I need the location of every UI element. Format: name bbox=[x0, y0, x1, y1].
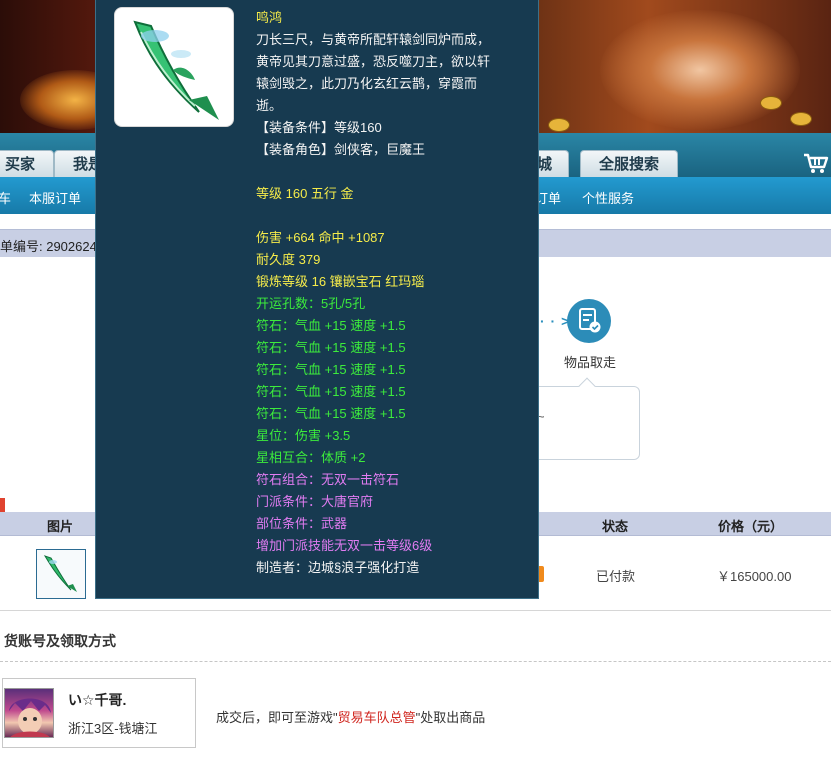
coin-icon bbox=[548, 118, 570, 132]
tooltip-caret bbox=[578, 377, 596, 395]
subnav-item-server-orders[interactable]: 本服订单 bbox=[29, 188, 81, 207]
item-role: 【装备角色】剑侠客，巨魔王 bbox=[256, 142, 426, 157]
item-forge: 锻炼等级 16 镶嵌宝石 红玛瑙 bbox=[256, 274, 425, 289]
tab-server-search[interactable]: 全服搜索 bbox=[580, 150, 679, 177]
item-durability: 耐久度 379 bbox=[256, 252, 321, 267]
step-tooltip: ~ bbox=[530, 377, 640, 460]
item-rune: 符石：气血 +15 速度 +1.5 bbox=[256, 318, 406, 333]
item-star: 星位：伤害 +3.5 bbox=[256, 428, 351, 443]
coin-icon bbox=[760, 96, 782, 110]
item-desc-line: 刀长三尺，与黄帝所配轩辕剑同炉而成， bbox=[256, 32, 491, 47]
header-image: 图片 bbox=[47, 519, 74, 534]
item-star-combo: 星相互合：体质 +2 bbox=[256, 450, 366, 465]
item-slot: 部位条件：武器 bbox=[256, 516, 348, 531]
pickup-text-before: 成交后，即可至游戏" bbox=[216, 710, 338, 725]
tab-label: 买家 bbox=[5, 156, 36, 173]
tab-label: 全服搜索 bbox=[599, 156, 660, 173]
item-attack: 伤害 +664 命中 +1087 bbox=[256, 230, 385, 245]
avatar bbox=[4, 688, 54, 738]
jade-sword-icon bbox=[133, 20, 219, 120]
section-title: 货账号及领取方式 bbox=[4, 633, 116, 649]
item-level: 等级 160 五行 金 bbox=[256, 186, 354, 201]
item-requirement: 【装备条件】等级160 bbox=[256, 120, 382, 135]
item-rune: 符石：气血 +15 速度 +1.5 bbox=[256, 406, 406, 421]
document-check-icon bbox=[579, 308, 601, 333]
item-holes: 开运孔数：5孔/5孔 bbox=[256, 296, 366, 311]
item-desc-line: 逝。 bbox=[256, 98, 283, 113]
jade-sword-icon bbox=[43, 555, 77, 592]
subnav-item-cart[interactable]: 车 bbox=[0, 188, 11, 207]
pickup-text-after: "处取出商品 bbox=[415, 710, 486, 725]
subnav-item-personal-service[interactable]: 个性服务 bbox=[582, 188, 634, 207]
tab-label: 城 bbox=[537, 156, 553, 173]
step-arrow: · · > bbox=[540, 313, 571, 329]
step-label: 物品取走 bbox=[564, 355, 617, 370]
item-school: 门派条件：大唐官府 bbox=[256, 494, 374, 509]
item-rune: 符石：气血 +15 速度 +1.5 bbox=[256, 362, 406, 377]
pickup-instructions: 成交后，即可至游戏"贸易车队总管"处取出商品 bbox=[216, 707, 485, 726]
coin-icon bbox=[790, 112, 812, 126]
item-image bbox=[114, 7, 234, 127]
seller-server: 浙江3区-钱塘江 bbox=[68, 721, 158, 736]
tab-buyer[interactable]: 买家 bbox=[0, 150, 55, 177]
order-number: 单编号: 2902624 bbox=[0, 239, 97, 254]
divider bbox=[0, 661, 831, 662]
item-attribute-list: 鸣鸿 刀长三尺，与黄帝所配轩辕剑同炉而成， 黄帝见其刀意过盛，恐反噬刀主，欲以轩… bbox=[256, 7, 536, 579]
item-rune: 符石：气血 +15 速度 +1.5 bbox=[256, 384, 406, 399]
cell-price: ￥165000.00 bbox=[717, 569, 792, 584]
item-thumbnail[interactable] bbox=[36, 549, 86, 599]
item-name: 鸣鸿 bbox=[256, 10, 283, 25]
banner-character-art bbox=[600, 10, 800, 130]
item-skill: 增加门派技能无双一击等级6级 bbox=[256, 538, 433, 553]
item-desc-line: 黄帝见其刀意过盛，恐反噬刀主，欲以轩 bbox=[256, 54, 491, 69]
header-price: 价格（元） bbox=[718, 519, 784, 534]
character-avatar-icon bbox=[9, 698, 51, 737]
seller-name: い☆千哥. bbox=[68, 692, 127, 708]
item-maker: 制造者：边城§浪子强化打造 bbox=[256, 560, 420, 575]
item-rune: 符石：气血 +15 速度 +1.5 bbox=[256, 340, 406, 355]
item-rune-combo: 符石组合：无双一击符石 bbox=[256, 472, 400, 487]
shopping-cart-icon[interactable] bbox=[803, 152, 829, 174]
cell-status: 已付款 bbox=[596, 569, 636, 584]
header-status: 状态 bbox=[602, 519, 629, 534]
pickup-npc-link[interactable]: 贸易车队总管 bbox=[338, 710, 416, 725]
item-desc-line: 辕剑毁之，此刀乃化玄红云鹊，穿霞而 bbox=[256, 76, 478, 91]
step-item-pickup bbox=[567, 299, 611, 343]
